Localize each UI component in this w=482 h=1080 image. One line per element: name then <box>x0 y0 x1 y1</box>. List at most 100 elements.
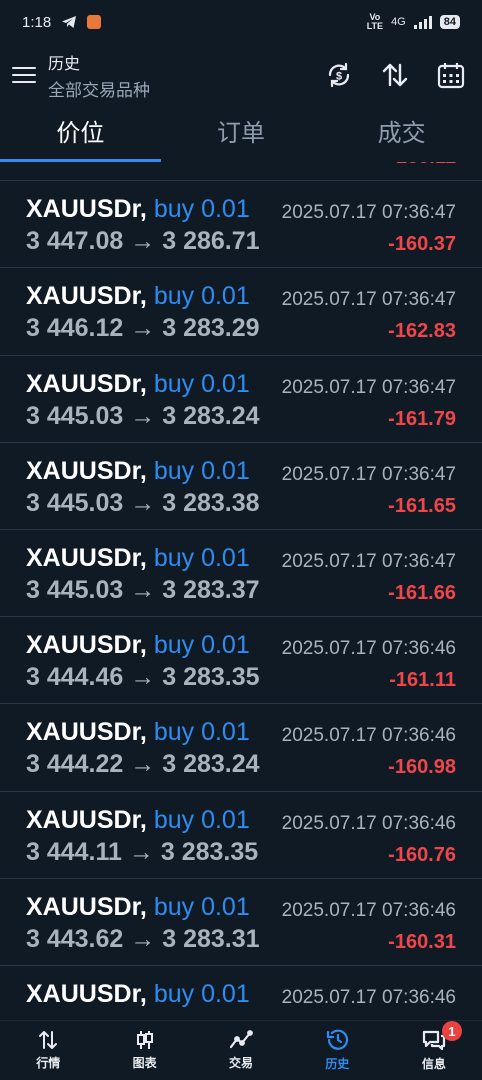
trade-row[interactable]: XAUUSDr, buy 0.01 3 445.03 → 3 283.24 2025… <box>0 356 482 443</box>
trade-prices: 3 445.03 → 3 283.38 <box>26 489 260 518</box>
trade-side-volume: buy 0.01 <box>153 543 250 572</box>
history-icon <box>327 1029 349 1050</box>
currency-exchange-button[interactable]: $ <box>324 60 354 90</box>
trade-profit: -160.31 <box>388 930 456 953</box>
symbol-filter[interactable]: 全部交易品种 <box>48 76 150 101</box>
trade-time: 2025.07.17 07:36:47 <box>281 289 456 311</box>
trade-profit: -160.11 <box>389 162 456 169</box>
nav-history[interactable]: 历史 <box>289 1021 385 1080</box>
trade-symbol: XAUUSDr, buy 0.01 <box>26 370 250 399</box>
nav-chart[interactable]: 图表 <box>96 1021 192 1080</box>
currency-exchange-icon: $ <box>328 62 350 88</box>
trade-row[interactable]: XAUUSDr, buy 0.01 3 444.46 → 3 283.35 2025… <box>0 617 482 705</box>
status-bar: 1:18 Vo LTE 4G 84 <box>0 0 482 44</box>
bottom-navigation: 行情 图表 交易 历史 1 信息 <box>0 1020 482 1080</box>
arrow-icon: → <box>130 314 156 343</box>
trade-prices: 3 445.03 → 3 283.37 <box>26 576 260 605</box>
trade-side-volume: buy 0.01 <box>153 631 250 660</box>
trade-row[interactable]: XAUUSDr, buy 0.01 3 445.03 → 3 283.38 2025… <box>0 443 482 530</box>
close-price: 3 286.74 <box>162 162 259 168</box>
trade-symbol: XAUUSDr, buy 0.01 <box>26 893 250 922</box>
trade-time: 2025.07.17 07:36:46 <box>281 638 456 660</box>
trade-side-volume: buy 0.01 <box>153 892 250 921</box>
trade-row[interactable]: XAUUSDr, buy 0.01 3 443.62 → 3 283.31 2025… <box>0 879 482 966</box>
trade-row[interactable]: XAUUSDr, buy 0.01 3 445.03 → 3 283.37 2025… <box>0 530 482 618</box>
trade-time: 2025.07.17 07:36:46 <box>281 812 456 834</box>
symbol-name: XAUUSDr, <box>26 369 147 398</box>
open-price: 3 444.11 <box>26 837 122 866</box>
trade-profit: -160.98 <box>388 756 456 779</box>
trade-time: 2025.07.17 07:36:46 <box>281 986 456 1008</box>
trade-profit: -161.79 <box>388 407 456 430</box>
signal-icon <box>413 15 432 29</box>
nav-trade-label: 交易 <box>229 1056 254 1070</box>
trade-time: 2025.07.17 07:36:47 <box>281 463 456 485</box>
symbol-name: XAUUSDr, <box>26 456 147 485</box>
trade-profit: -161.65 <box>388 494 456 517</box>
trade-side-volume: buy 0.01 <box>153 282 250 311</box>
header-titles: 历史 全部交易品种 <box>48 50 150 101</box>
nav-trade[interactable]: 交易 <box>193 1021 289 1080</box>
symbol-name: XAUUSDr, <box>26 805 147 834</box>
trade-symbol: XAUUSDr, buy 0.01 <box>26 980 250 1009</box>
page-title: 历史 <box>48 55 81 73</box>
close-price: 3 283.38 <box>162 488 260 517</box>
trade-profit: -160.76 <box>388 843 456 866</box>
volte-indicator: Vo LTE <box>366 12 384 31</box>
symbol-name: XAUUSDr, <box>26 892 147 921</box>
open-price: 3 445.03 <box>26 488 124 517</box>
trade-time: 2025.07.17 07:36:46 <box>281 725 456 747</box>
symbol-name: XAUUSDr, <box>26 543 147 572</box>
close-price: 3 283.35 <box>162 663 260 692</box>
trade-row[interactable]: XAUUSDr, buy 0.01 3 447.08 → 3 286.71 2025… <box>0 181 482 269</box>
nav-quotes[interactable]: 行情 <box>0 1021 96 1080</box>
trade-prices: 3 444.22 → 3 283.24 <box>26 750 260 779</box>
open-price: 3 446.12 <box>26 314 124 343</box>
nav-history-label: 历史 <box>325 1057 350 1071</box>
tab-orders[interactable]: 订单 <box>161 110 322 162</box>
tab-positions[interactable]: 价位 <box>0 110 161 162</box>
symbol-name: XAUUSDr, <box>26 282 147 311</box>
trade-prices: 3 447.08 → 3 286.71 <box>26 227 260 256</box>
open-price: 3 443.62 <box>26 924 124 953</box>
trade-side-volume: buy 0.01 <box>153 718 250 747</box>
arrow-icon: → <box>130 663 156 692</box>
nav-quotes-label: 行情 <box>36 1056 61 1070</box>
menu-button[interactable] <box>12 65 36 85</box>
open-price: 3 444.22 <box>26 750 124 779</box>
trade-side-volume: buy 0.01 <box>153 805 250 834</box>
close-price: 3 283.35 <box>160 837 259 866</box>
trade-prices: 3 446.12 → 3 283.29 <box>26 314 260 343</box>
open-price: 3 446.85 <box>26 162 123 168</box>
trade-symbol: XAUUSDr, buy 0.01 <box>26 806 250 835</box>
trade-profit: -162.83 <box>388 320 456 343</box>
trade-prices: 3 444.46 → 3 283.35 <box>26 663 260 692</box>
telegram-icon <box>62 16 77 28</box>
svg-text:$: $ <box>336 71 342 83</box>
trade-profit: -160.37 <box>388 233 456 256</box>
trade-row[interactable]: XAUUSDr, buy 0.013 446.85 → 3 286.742025… <box>0 162 482 182</box>
close-price: 3 286.71 <box>162 227 260 256</box>
trade-prices: 3 446.85 → 3 286.74 <box>26 162 260 169</box>
calendar-icon <box>437 63 465 89</box>
calendar-button[interactable] <box>436 60 466 90</box>
close-price: 3 283.37 <box>162 575 260 604</box>
battery-indicator: 84 <box>439 15 460 29</box>
arrow-icon: → <box>130 575 156 604</box>
nav-messages[interactable]: 1 信息 <box>386 1021 482 1080</box>
trade-row[interactable]: XAUUSDr, buy 0.01 3 446.12 → 3 283.29 2025… <box>0 268 482 356</box>
arrow-icon: → <box>130 488 156 517</box>
sort-button[interactable] <box>380 60 410 90</box>
notification-badge: 1 <box>441 1021 462 1041</box>
symbol-name: XAUUSDr, <box>26 195 147 224</box>
trade-prices: 3 445.03 → 3 283.24 <box>26 402 260 431</box>
tab-deals[interactable]: 成交 <box>321 110 482 162</box>
history-tabs: 价位 订单 成交 <box>0 110 482 162</box>
trade-list[interactable]: XAUUSDr, buy 0.01 3 446.85 → 3 286.74 2025… <box>0 162 482 1020</box>
trade-symbol: XAUUSDr, buy 0.01 <box>26 282 250 311</box>
trade-row[interactable]: XAUUSDr, buy 0.01 3 444.22 → 3 283.24 2025… <box>0 704 482 792</box>
trade-row[interactable]: XAUUSDr, buy 0.01 2025.07.17 07:36:46 <box>0 966 482 1020</box>
trade-row[interactable]: XAUUSDr, buy 0.01 3 444.11 → 3 283.35 2025… <box>0 792 482 879</box>
open-price: 3 445.03 <box>26 401 124 430</box>
trade-time: 2025.07.17 07:36:47 <box>281 550 456 572</box>
